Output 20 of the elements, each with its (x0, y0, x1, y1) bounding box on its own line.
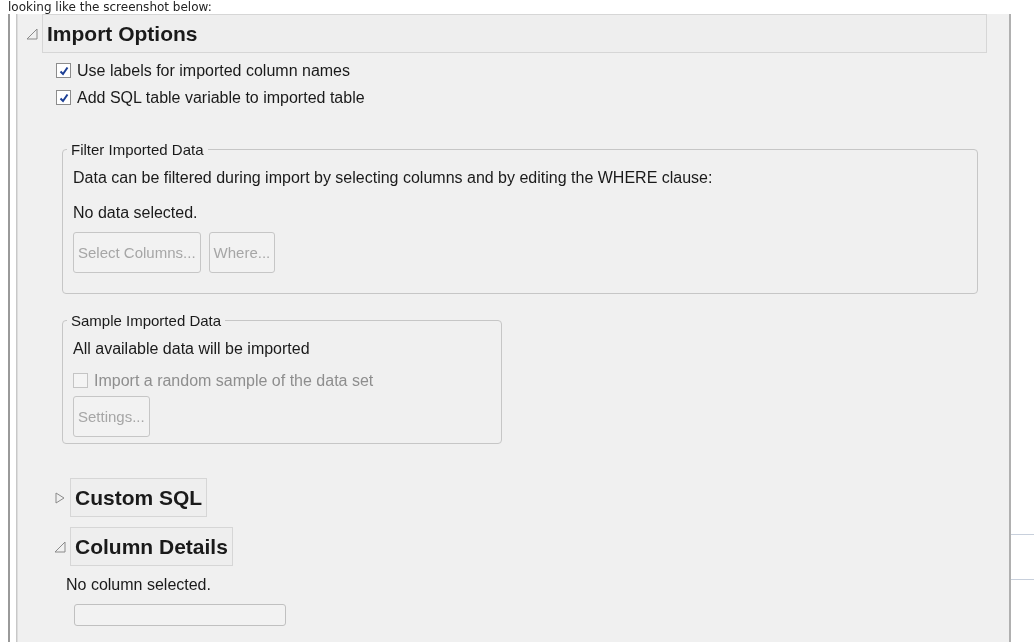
side-panel-edge (1011, 534, 1034, 580)
checkbox-label: Add SQL table variable to imported table (77, 88, 365, 107)
disclosure-triangle-icon[interactable] (26, 27, 38, 40)
status-text: No column selected. (66, 575, 212, 595)
checkbox[interactable] (56, 63, 71, 78)
status-text: No data selected. (73, 203, 199, 223)
caption-text: looking like the screenshot below: (8, 0, 212, 14)
disclosure-triangle-icon[interactable] (54, 491, 66, 504)
description-text: Data can be filtered during import by selecting columns and by editing the WHERE clause: (73, 168, 714, 188)
disclosure-triangle-icon[interactable] (54, 540, 66, 553)
cut-off-button[interactable] (74, 604, 286, 626)
checkbox-label: Use labels for imported column names (77, 61, 350, 80)
group-title: Filter Imported Data (70, 141, 205, 158)
section-header[interactable]: Column Details (70, 527, 233, 566)
section-header[interactable]: Custom SQL (70, 478, 208, 517)
description-text: All available data will be imported (73, 339, 311, 359)
checkbox-label: Import a random sample of the data set (94, 371, 374, 390)
checkbox[interactable] (56, 90, 71, 105)
group-title: Sample Imported Data (70, 312, 223, 329)
section-header[interactable]: Import Options (42, 14, 987, 53)
